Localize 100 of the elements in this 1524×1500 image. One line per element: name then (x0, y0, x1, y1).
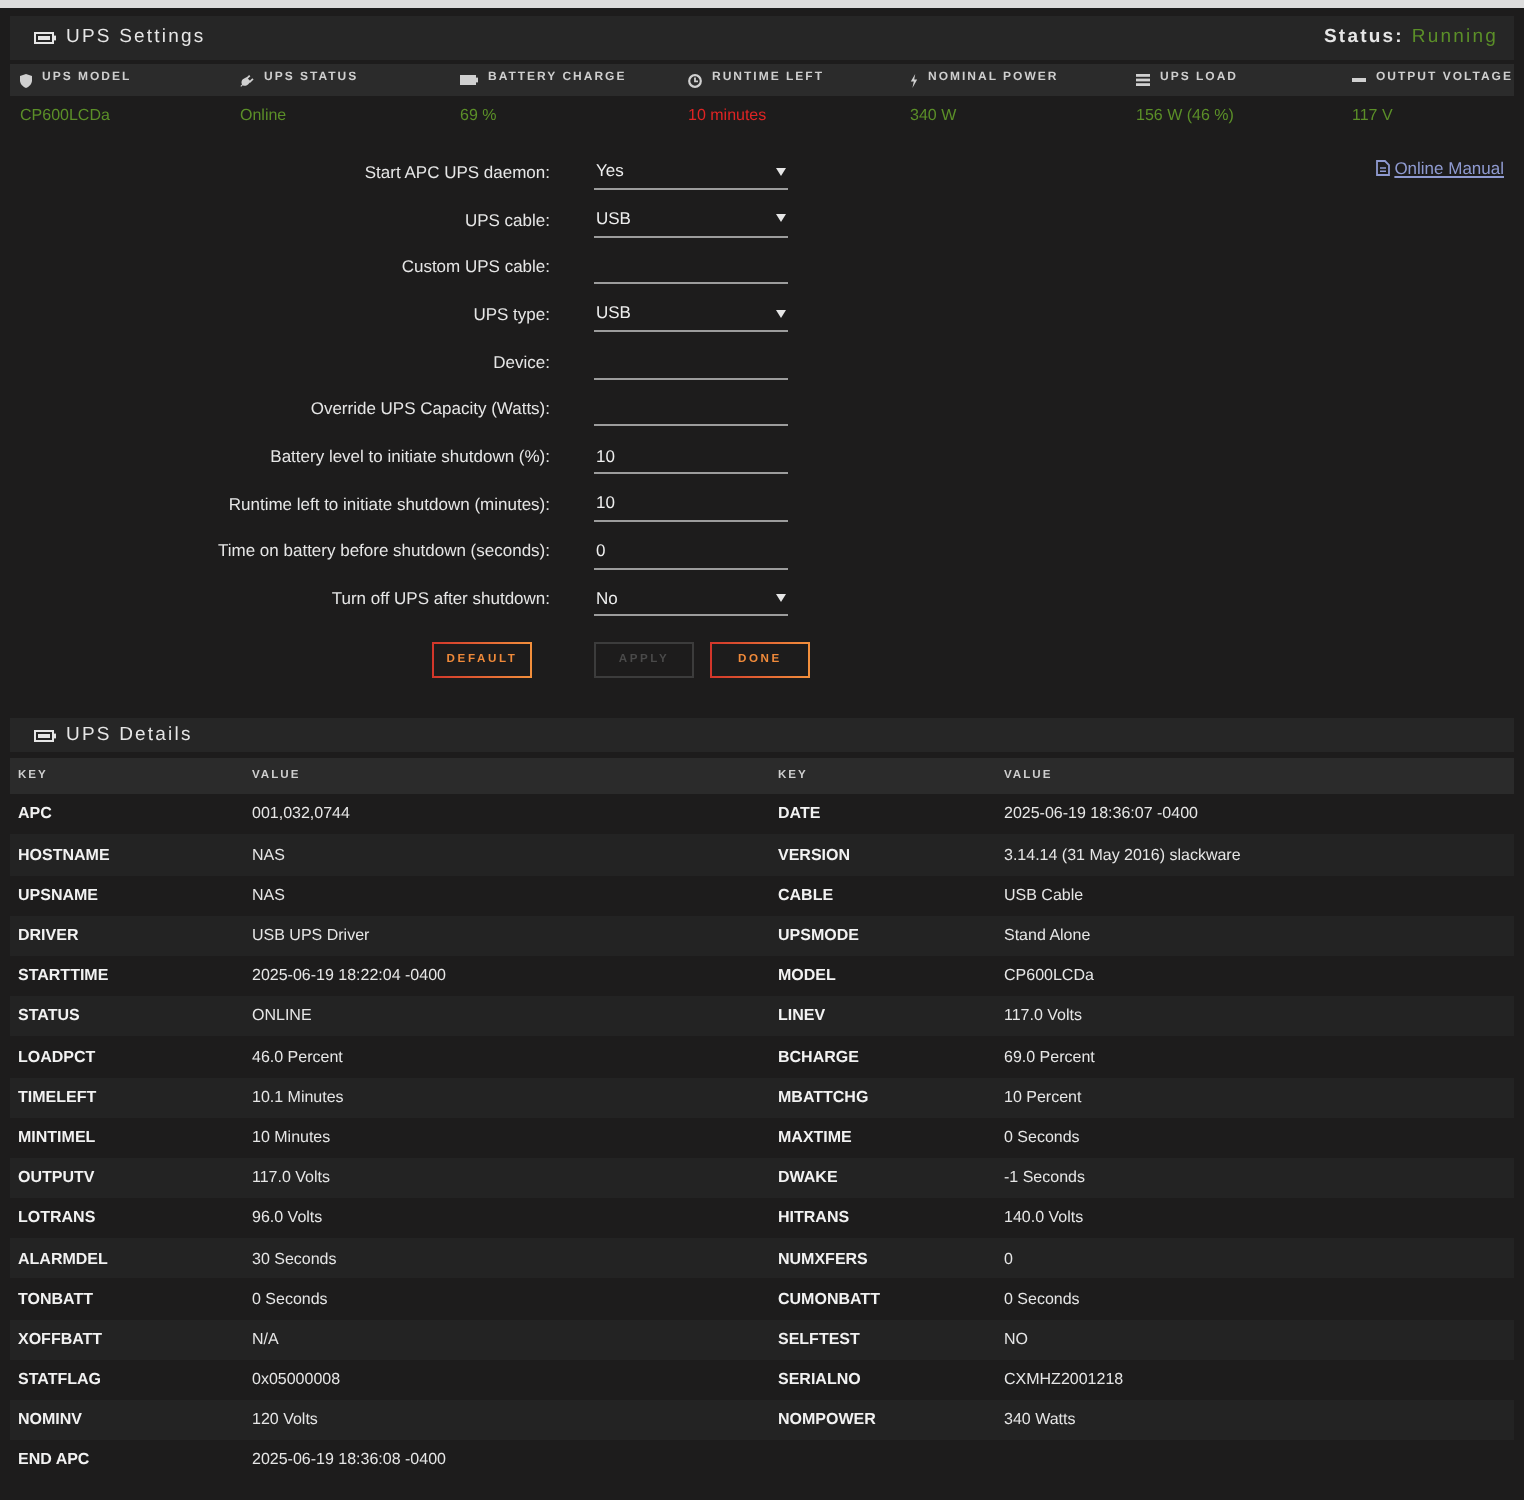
table-cell: STATUS (10, 996, 244, 1037)
clock-icon (688, 73, 702, 87)
table-cell: DWAKE (770, 1157, 996, 1199)
table-cell: 2025-06-19 18:36:08 -0400 (244, 1440, 770, 1481)
table-cell: 2025-06-19 18:22:04 -0400 (244, 955, 770, 997)
table-cell: NO (996, 1319, 1514, 1360)
table-cell: N/A (244, 1319, 770, 1360)
table-cell-text: TONBATT (16, 1287, 95, 1312)
table-cell: CABLE (770, 875, 996, 916)
panel-title: UPS Settings (66, 26, 206, 50)
table-cell: 001,032,0744 (244, 794, 770, 835)
field-label: Runtime left to initiate shutdown (minutes): (228, 493, 550, 514)
select-field[interactable]: USB (594, 296, 788, 333)
table-cell: -1 Seconds (996, 1157, 1514, 1199)
table-cell: TIMELEFT (10, 1077, 244, 1118)
input-field[interactable]: 0 (594, 533, 788, 569)
table-cell: ALARMDEL (10, 1238, 244, 1279)
table-cell: NOMINV (10, 1400, 244, 1441)
table-cell: 10 Percent (996, 1077, 1514, 1118)
table-cell: 117.0 Volts (996, 996, 1514, 1037)
field-label: Start APC UPS daemon: (364, 161, 550, 183)
field-label: Device: (493, 351, 550, 372)
table-cell: 3.14.14 (31 May 2016) slackware (996, 834, 1514, 876)
table-cell: UPSNAME (10, 875, 244, 916)
table-cell: CP600LCDa (996, 955, 1514, 997)
stat-value: 10 minutes (688, 106, 767, 126)
stat-value: 156 W (46 %) (1136, 106, 1234, 126)
list-icon (1136, 74, 1150, 86)
table-cell: UPSMODE (770, 915, 996, 956)
battery-icon (34, 729, 56, 742)
table-cell: CXMHZ2001218 (996, 1359, 1514, 1400)
lightning-icon (910, 73, 918, 87)
table-cell: DRIVER (10, 915, 244, 956)
input-field[interactable]: 10 (594, 485, 788, 522)
table-cell: SELFTEST (770, 1319, 996, 1360)
stat-value: Online (240, 106, 287, 126)
field-label: Turn off UPS after shutdown: (331, 588, 550, 609)
table-cell: NOMPOWER (770, 1400, 996, 1441)
battery-icon (34, 32, 56, 44)
table-cell: HOSTNAME (10, 834, 244, 876)
caret-icon (776, 214, 786, 223)
select-field[interactable]: Yes (594, 154, 788, 190)
table-cell: SERIALNO (770, 1359, 996, 1400)
table-cell: ONLINE (244, 996, 770, 1037)
table-cell: 140.0 Volts (996, 1198, 1514, 1239)
table-cell: 0x05000008 (244, 1359, 770, 1400)
table-cell: NAS (244, 834, 770, 876)
select-field[interactable]: No (594, 580, 788, 617)
caret-icon (776, 309, 786, 318)
select-field[interactable]: USB (594, 201, 788, 238)
battery-icon (460, 74, 478, 86)
stat-value: 340 W (910, 106, 957, 126)
stat-value: CP600LCDa (20, 106, 110, 126)
table-cell: 340 Watts (996, 1400, 1514, 1441)
table-cell: LINEV (770, 996, 996, 1037)
table-cell: MODEL (770, 955, 996, 997)
table-cell-text: BCHARGE (776, 1045, 861, 1070)
status-value: Running (1411, 26, 1498, 50)
table-cell-text: 69.0 Percent (1002, 1045, 1097, 1070)
table-cell: Stand Alone (996, 915, 1514, 956)
table-cell: 120 Volts (244, 1400, 770, 1441)
field-label: Battery level to initiate shutdown (%): (270, 446, 550, 467)
table-cell: STATFLAG (10, 1359, 244, 1400)
online-manual-link[interactable]: Online Manual (1376, 158, 1504, 179)
table-cell: 0 (996, 1238, 1514, 1279)
table-cell: VERSION (770, 834, 996, 876)
table-cell: END APC (10, 1440, 244, 1481)
stat-value: 117 V (1352, 106, 1393, 126)
table-cell: 0 Seconds (996, 1117, 1514, 1158)
field-label: Override UPS Capacity (Watts): (310, 398, 550, 420)
table-cell: USB Cable (996, 875, 1514, 916)
table-cell: 117.0 Volts (244, 1157, 770, 1199)
table-cell-text: CUMONBATT (776, 1287, 882, 1312)
table-cell: 2025-06-19 18:36:07 -0400 (996, 794, 1514, 835)
table-cell-text: LOADPCT (16, 1045, 98, 1070)
panel-title: UPS Details (66, 723, 193, 747)
table-cell: MINTIMEL (10, 1117, 244, 1158)
field-label: UPS cable: (464, 209, 550, 230)
table-cell: XOFFBATT (10, 1319, 244, 1360)
table-cell: USB UPS Driver (244, 915, 770, 956)
table-cell: STARTTIME (10, 955, 244, 997)
table-cell: HITRANS (770, 1198, 996, 1239)
document-icon (1376, 160, 1391, 177)
input-field[interactable]: 10 (594, 438, 788, 475)
field-label: UPS type: (473, 303, 550, 325)
table-cell: DATE (770, 794, 996, 835)
caret-icon (776, 593, 786, 602)
table-cell: MAXTIME (770, 1117, 996, 1158)
table-cell: NUMXFERS (770, 1238, 996, 1279)
shield-icon (20, 73, 32, 87)
caret-icon (776, 167, 786, 175)
table-cell-text: 0 Seconds (1002, 1287, 1082, 1312)
stat-value: 69 % (460, 106, 497, 126)
field-label: Time on battery before shutdown (seconds): (218, 540, 550, 562)
table-cell: OUTPUTV (10, 1157, 244, 1199)
table-cell: 30 Seconds (244, 1238, 770, 1279)
minus-icon (1352, 78, 1366, 82)
field-label: Custom UPS cable: (401, 256, 550, 277)
table-cell-text: 46.0 Percent (250, 1045, 345, 1070)
table-cell: NAS (244, 875, 770, 916)
